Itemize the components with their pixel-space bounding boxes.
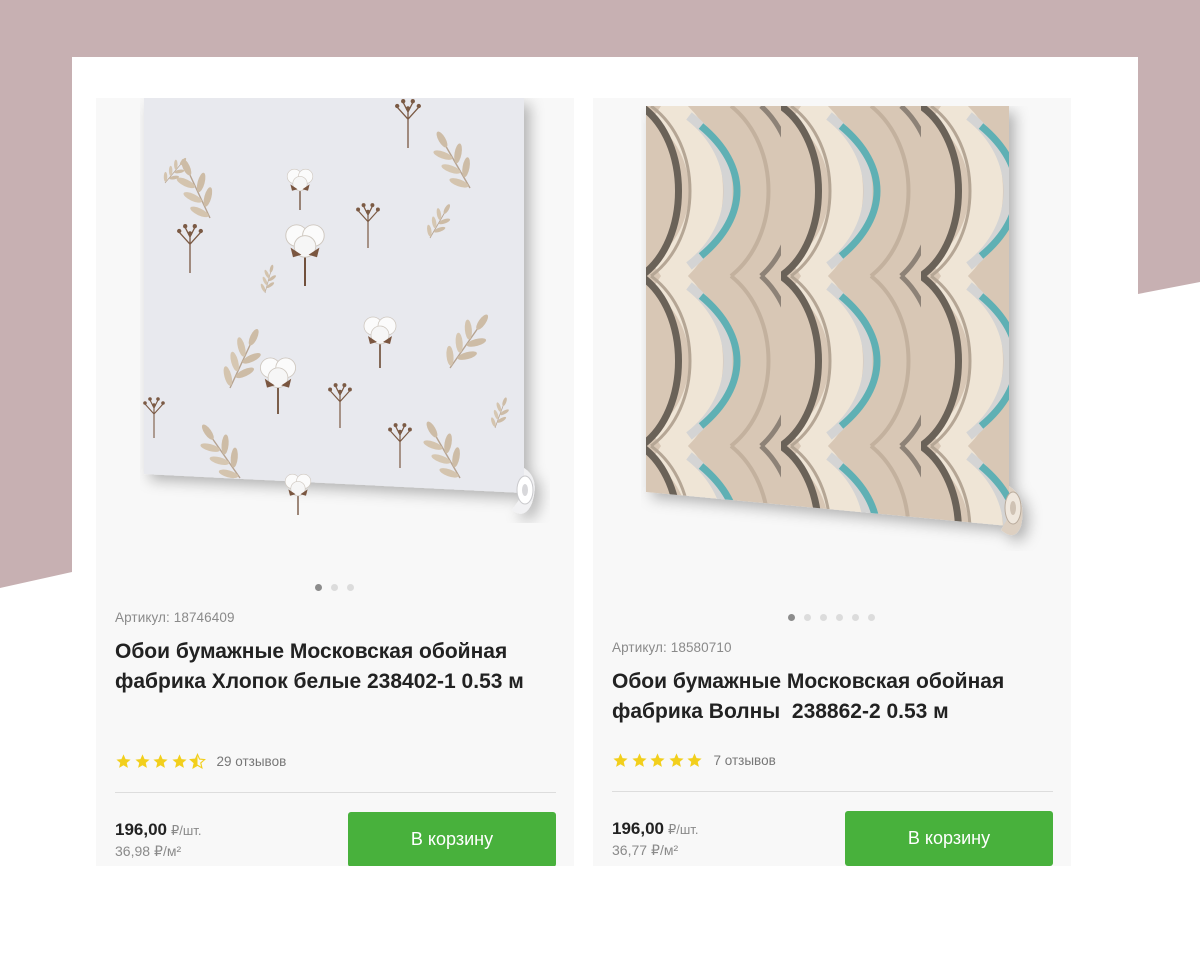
star-half-icon: [189, 753, 206, 770]
product-card[interactable]: Артикул: 18746409 Обои бумажные Московск…: [96, 98, 574, 866]
product-card[interactable]: Артикул: 18580710 Обои бумажные Московск…: [593, 98, 1071, 866]
carousel-dot[interactable]: [836, 614, 843, 621]
price-value: 196,00: [115, 820, 167, 839]
product-title[interactable]: Обои бумажные Московская обойная фабрика…: [115, 637, 555, 697]
price-per-m2-value: 36,98: [115, 843, 151, 859]
reviews-count[interactable]: 29 отзывов: [217, 754, 287, 769]
star-icon: [116, 754, 131, 768]
carousel-dot[interactable]: [820, 614, 827, 621]
price-per-m2: 36,98 ₽/м²: [115, 843, 181, 860]
carousel-dot[interactable]: [852, 614, 859, 621]
price-per-m2: 36,77 ₽/м²: [612, 842, 678, 859]
star-icon: [668, 753, 684, 767]
product-title[interactable]: Обои бумажные Московская обойная фабрика…: [612, 667, 1052, 727]
carousel-dot[interactable]: [868, 614, 875, 621]
product-image-cotton-wallpaper[interactable]: [140, 98, 550, 523]
rating[interactable]: 7 отзывов: [612, 752, 776, 769]
price-per-m2-unit: ₽/м²: [651, 842, 679, 858]
divider: [115, 792, 556, 793]
price: 196,00 ₽/шт.: [612, 819, 698, 839]
sku-label: Артикул: 18746409: [115, 610, 235, 625]
star-icon: [631, 753, 647, 767]
carousel-dot[interactable]: [347, 584, 354, 591]
add-to-cart-button[interactable]: В корзину: [845, 811, 1053, 866]
star-icon: [650, 753, 665, 767]
price-per-m2-unit: ₽/м²: [154, 843, 182, 859]
price: 196,00 ₽/шт.: [115, 820, 201, 840]
price-unit: ₽/шт.: [171, 823, 202, 838]
star-icon: [687, 753, 702, 767]
star-icon: [153, 754, 168, 768]
star-icon: [171, 754, 187, 768]
carousel-dot[interactable]: [804, 614, 811, 621]
image-carousel-dots[interactable]: [315, 584, 354, 591]
price-unit: ₽/шт.: [668, 822, 699, 837]
product-image-waves-wallpaper[interactable]: [641, 106, 1061, 551]
divider: [612, 791, 1053, 792]
add-to-cart-button[interactable]: В корзину: [348, 812, 556, 866]
star-icon: [134, 754, 150, 768]
image-carousel-dots[interactable]: [788, 614, 875, 621]
rating[interactable]: 29 отзывов: [115, 753, 286, 770]
star-icon: [613, 753, 628, 767]
reviews-count[interactable]: 7 отзывов: [714, 753, 776, 768]
price-value: 196,00: [612, 819, 664, 838]
price-per-m2-value: 36,77: [612, 842, 648, 858]
carousel-dot[interactable]: [788, 614, 795, 621]
sku-label: Артикул: 18580710: [612, 640, 732, 655]
carousel-dot[interactable]: [331, 584, 338, 591]
carousel-dot[interactable]: [315, 584, 322, 591]
